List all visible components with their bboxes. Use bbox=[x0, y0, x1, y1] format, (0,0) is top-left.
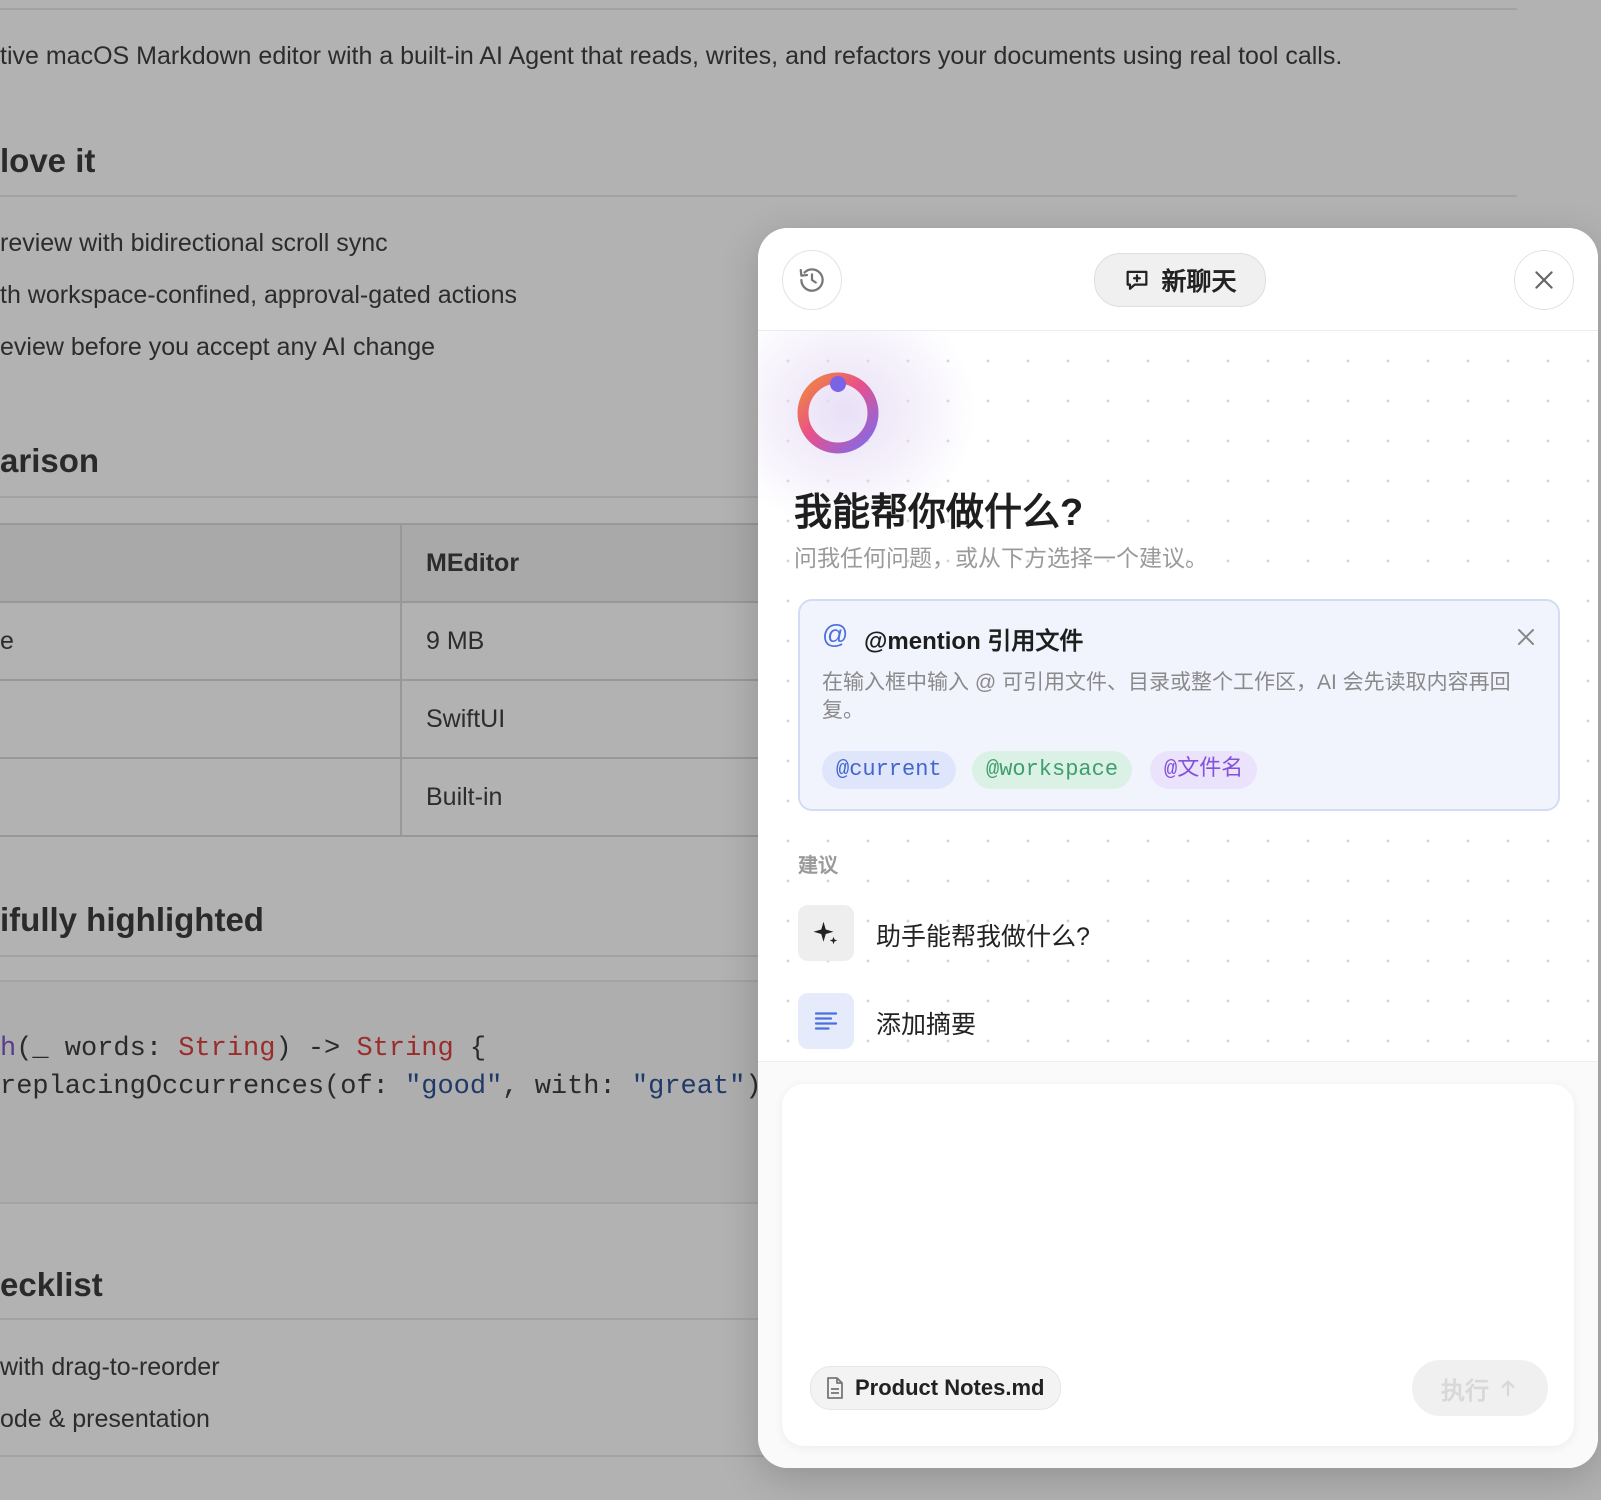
attached-file-name: Product Notes.md bbox=[855, 1375, 1045, 1400]
table-cell: 9 MB bbox=[401, 601, 780, 681]
assistant-logo-icon bbox=[797, 372, 879, 454]
history-button[interactable] bbox=[782, 250, 842, 310]
new-chat-icon bbox=[1127, 270, 1148, 290]
divider bbox=[0, 195, 1517, 197]
code-line: h(_ words: String) -> String { bbox=[0, 1034, 486, 1064]
heading-code: ifully highlighted bbox=[0, 901, 264, 938]
list-item: eview before you accept any AI change bbox=[0, 333, 436, 361]
code-token: ) -> bbox=[275, 1034, 357, 1064]
mention-tip-card: @ @mention 引用文件 在输入框中输入 @ 可引用文件、目录或整个工作区… bbox=[798, 599, 1560, 811]
new-chat-label: 新聊天 bbox=[1161, 268, 1237, 296]
history-icon bbox=[799, 268, 824, 292]
list-item: th workspace-confined, approval-gated ac… bbox=[0, 281, 517, 309]
table-header-cell bbox=[0, 523, 402, 603]
table-cell: SwiftUI bbox=[401, 679, 780, 759]
mention-chip-current[interactable]: @current bbox=[822, 751, 956, 789]
hero-subtitle: 问我任何问题，或从下方选择一个建议。 bbox=[794, 545, 1208, 571]
suggestion-icon-box bbox=[798, 993, 854, 1049]
code-token: String bbox=[178, 1034, 276, 1064]
suggestion-item[interactable]: 助手能帮我做什么? bbox=[798, 905, 1558, 963]
list-item: with drag-to-reorder bbox=[0, 1353, 220, 1381]
suggestion-label: 助手能帮我做什么? bbox=[876, 923, 1090, 951]
table-cell: Built-in bbox=[401, 757, 780, 837]
suggestion-label: 添加摘要 bbox=[876, 1011, 977, 1039]
table-header-cell: MEditor bbox=[401, 523, 780, 603]
code-token: "good" bbox=[405, 1072, 503, 1102]
run-button-label: 执行 bbox=[1441, 1377, 1489, 1405]
table-cell bbox=[0, 679, 402, 759]
ai-assistant-panel: 新聊天 我能帮你做什么? 问我任何问题，或从下方选择一个建议。 @ @menti… bbox=[758, 228, 1598, 1468]
document-icon bbox=[827, 1377, 843, 1399]
table-row: SwiftUI bbox=[0, 679, 780, 759]
table-row: e 9 MB bbox=[0, 601, 780, 681]
code-token: , with: bbox=[502, 1072, 632, 1102]
close-panel-button[interactable] bbox=[1514, 250, 1574, 310]
comparison-table: MEditor e 9 MB SwiftUI Built-in bbox=[0, 523, 780, 837]
list-item: ode & presentation bbox=[0, 1405, 210, 1433]
code-token: replacingOccurrences(of: bbox=[0, 1072, 406, 1102]
attached-file-chip[interactable]: Product Notes.md bbox=[810, 1366, 1062, 1410]
at-sign-icon: @ bbox=[822, 619, 849, 649]
code-token: String bbox=[356, 1034, 454, 1064]
new-chat-button[interactable]: 新聊天 bbox=[1094, 253, 1266, 307]
composer-area: Product Notes.md 执行 bbox=[758, 1061, 1598, 1468]
mention-tip-title: @mention 引用文件 bbox=[864, 628, 1084, 655]
suggestion-item[interactable]: 添加摘要 bbox=[798, 993, 1558, 1051]
mention-tip-description: 在输入框中输入 @ 可引用文件、目录或整个工作区，AI 会先读取内容再回复。 bbox=[822, 671, 1511, 722]
list-item: review with bidirectional scroll sync bbox=[0, 229, 388, 257]
panel-header: 新聊天 bbox=[758, 228, 1598, 331]
table-row: Built-in bbox=[0, 757, 780, 837]
sparkle-icon bbox=[813, 921, 838, 945]
code-token: { bbox=[453, 1034, 487, 1064]
code-token: h bbox=[0, 1034, 17, 1064]
mention-chip-workspace[interactable]: @workspace bbox=[972, 751, 1133, 789]
code-token: (_ words: bbox=[16, 1034, 179, 1064]
hero-title: 我能帮你做什么? bbox=[794, 492, 1084, 534]
message-composer[interactable]: Product Notes.md 执行 bbox=[782, 1084, 1574, 1446]
intro-paragraph: tive macOS Markdown editor with a built-… bbox=[0, 42, 1343, 70]
suggestions-label: 建议 bbox=[798, 855, 838, 877]
code-line: replacingOccurrences(of: "good", with: "… bbox=[0, 1072, 762, 1102]
heading-comparison: arison bbox=[0, 442, 100, 479]
panel-body: 我能帮你做什么? 问我任何问题，或从下方选择一个建议。 @ @mention 引… bbox=[758, 331, 1598, 1061]
heading-love-it: love it bbox=[0, 142, 96, 179]
mention-chip-filename[interactable]: @文件名 bbox=[1150, 751, 1258, 789]
code-block: h(_ words: String) -> String { replacing… bbox=[0, 980, 780, 1204]
divider bbox=[0, 8, 1517, 10]
heading-checklist: ecklist bbox=[0, 1266, 103, 1303]
text-lines-icon bbox=[814, 1012, 838, 1030]
code-token: "great" bbox=[631, 1072, 746, 1102]
dismiss-tip-icon[interactable] bbox=[1514, 625, 1538, 649]
table-cell bbox=[0, 757, 402, 837]
table-header-row: MEditor bbox=[0, 523, 780, 603]
run-button[interactable]: 执行 bbox=[1412, 1360, 1548, 1416]
arrow-up-icon bbox=[1501, 1380, 1515, 1397]
table-cell: e bbox=[0, 601, 402, 681]
close-icon bbox=[1535, 271, 1553, 289]
suggestion-icon-box bbox=[798, 905, 854, 961]
